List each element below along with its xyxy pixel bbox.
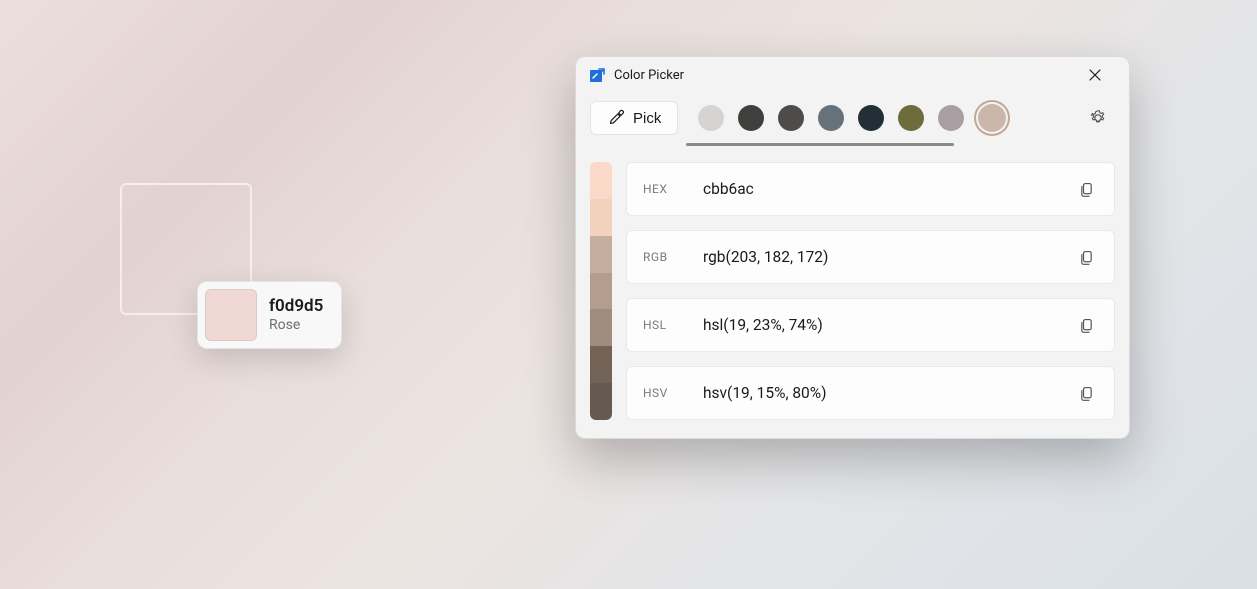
format-value: rgb(203, 182, 172) <box>703 248 1070 266</box>
copy-icon <box>1078 317 1095 334</box>
copy-button[interactable] <box>1070 241 1102 273</box>
shade-step-2[interactable] <box>590 236 612 273</box>
eyedropper-color-name: Rose <box>269 317 323 335</box>
pick-button[interactable]: Pick <box>590 101 678 135</box>
toolbar: Pick <box>576 93 1129 139</box>
format-label: HSV <box>643 386 703 400</box>
history-swatch-0[interactable] <box>698 105 724 131</box>
format-label: RGB <box>643 250 703 264</box>
history-swatch-5[interactable] <box>898 105 924 131</box>
shade-strip[interactable] <box>590 162 612 420</box>
format-value: cbb6ac <box>703 180 1070 198</box>
shade-step-3[interactable] <box>590 273 612 310</box>
eyedropper-swatch <box>205 289 257 341</box>
history-swatch-2[interactable] <box>778 105 804 131</box>
shade-step-1[interactable] <box>590 199 612 236</box>
format-row-hex[interactable]: HEXcbb6ac <box>626 162 1115 216</box>
gear-icon <box>1089 109 1107 127</box>
format-list: HEXcbb6ac RGBrgb(203, 182, 172) HSLhsl(19,… <box>626 162 1115 420</box>
copy-icon <box>1078 385 1095 402</box>
copy-button[interactable] <box>1070 377 1102 409</box>
shade-step-0[interactable] <box>590 162 612 199</box>
format-label: HEX <box>643 182 703 196</box>
history-swatch-6[interactable] <box>938 105 964 131</box>
format-label: HSL <box>643 318 703 332</box>
app-logo-icon <box>588 66 606 84</box>
history-swatch-3[interactable] <box>818 105 844 131</box>
shade-step-5[interactable] <box>590 346 612 383</box>
format-row-hsl[interactable]: HSLhsl(19, 23%, 74%) <box>626 298 1115 352</box>
color-history-row[interactable] <box>692 104 1067 132</box>
history-swatch-7[interactable] <box>978 104 1006 132</box>
window-title: Color Picker <box>614 68 684 83</box>
shade-step-6[interactable] <box>590 383 612 420</box>
close-button[interactable] <box>1073 60 1117 90</box>
history-swatch-4[interactable] <box>858 105 884 131</box>
history-swatch-1[interactable] <box>738 105 764 131</box>
eyedropper-icon <box>607 109 625 127</box>
close-icon <box>1089 69 1101 81</box>
pick-button-label: Pick <box>633 110 661 127</box>
eyedropper-tooltip: f0d9d5 Rose <box>197 281 342 349</box>
format-value: hsl(19, 23%, 74%) <box>703 316 1070 334</box>
settings-button[interactable] <box>1081 101 1115 135</box>
titlebar[interactable]: Color Picker <box>576 57 1129 93</box>
copy-button[interactable] <box>1070 173 1102 205</box>
copy-icon <box>1078 249 1095 266</box>
color-picker-window: Color Picker Pick HEXcbb6ac RGBrgb(203, 1… <box>575 56 1130 439</box>
eyedropper-hex-label: f0d9d5 <box>269 296 323 317</box>
format-row-hsv[interactable]: HSVhsv(19, 15%, 80%) <box>626 366 1115 420</box>
copy-icon <box>1078 181 1095 198</box>
format-value: hsv(19, 15%, 80%) <box>703 384 1070 402</box>
format-row-rgb[interactable]: RGBrgb(203, 182, 172) <box>626 230 1115 284</box>
shade-step-4[interactable] <box>590 309 612 346</box>
copy-button[interactable] <box>1070 309 1102 341</box>
